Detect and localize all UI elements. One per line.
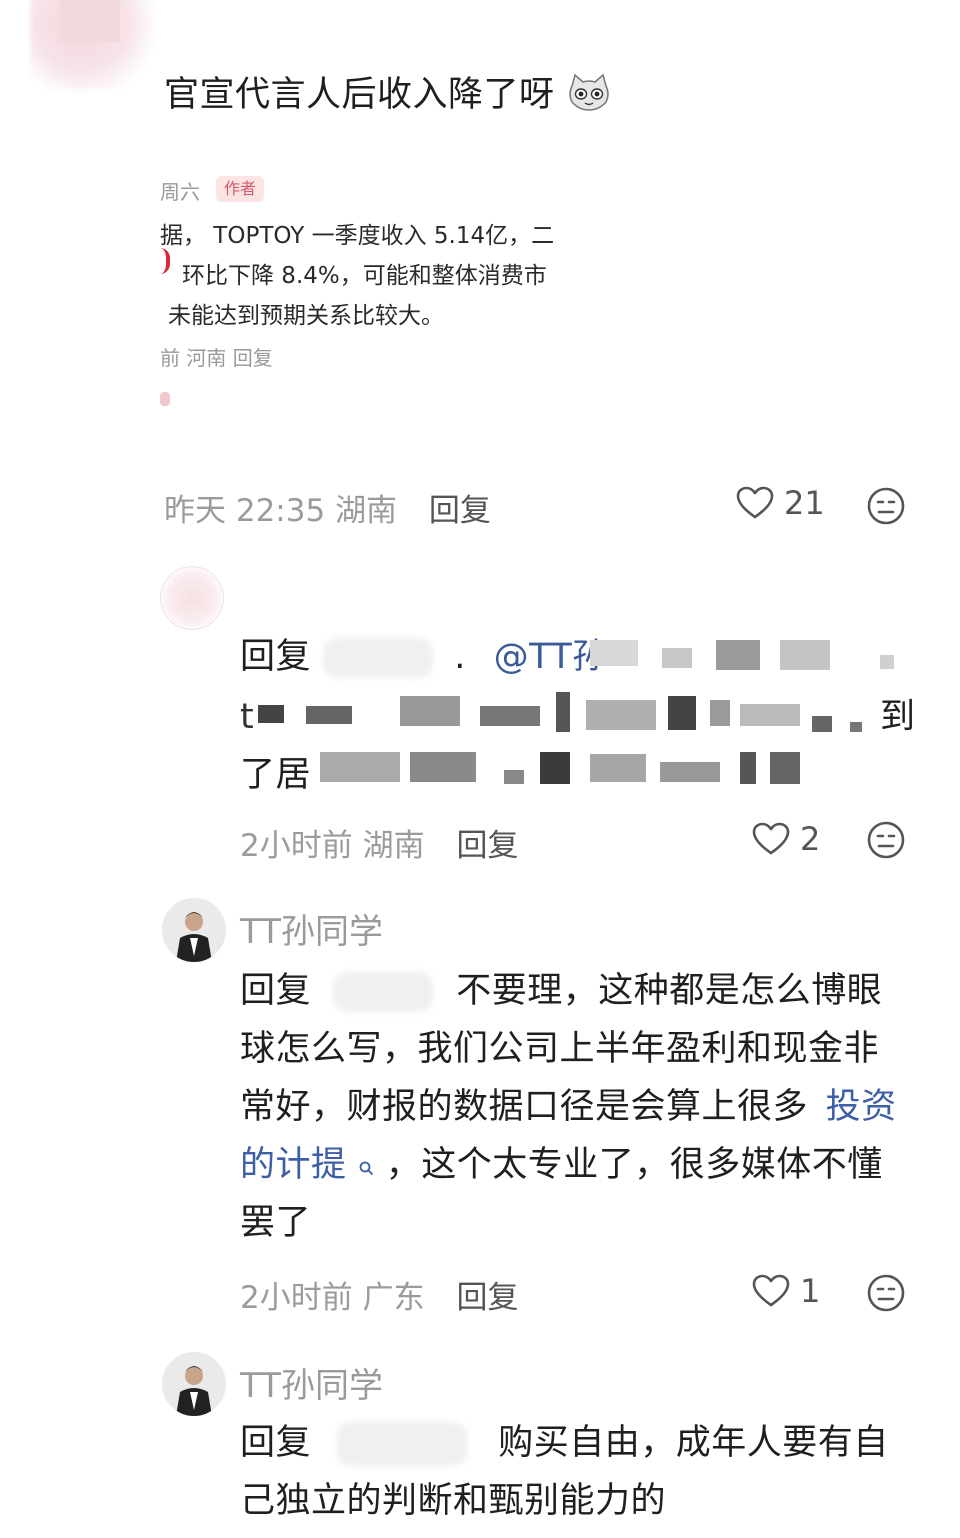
mosaic-block <box>740 752 756 784</box>
blurred-username <box>332 972 433 1012</box>
comment-3-body: 回复 不要理，这种都是怎么博眼 球怎么写，我们公司上半年盈利和现金非 常好，财报… <box>240 962 930 1252</box>
blurred-username <box>322 638 433 678</box>
search-keyword-link[interactable]: 投资 <box>826 1087 897 1127</box>
location: 广东 <box>362 1280 425 1316</box>
mosaic-block <box>480 706 540 726</box>
mosaic-block <box>780 640 830 670</box>
person-avatar-icon <box>162 1352 226 1416</box>
comment-1-body: 官宣代言人后收入降了呀 <box>164 75 555 115</box>
embed-pink-mark <box>160 392 170 406</box>
comment-2-meta: 2小时前 湖南 回复 <box>240 820 518 865</box>
mosaic-block <box>660 762 720 782</box>
search-keyword-link[interactable]: 的计提 <box>240 1145 347 1185</box>
avatar[interactable] <box>162 1352 226 1416</box>
mosaic-block <box>710 700 730 726</box>
mosaic-block <box>320 752 400 782</box>
dislike-face-icon[interactable] <box>866 820 906 860</box>
reply-prefix: 回复 <box>240 1423 312 1463</box>
comment-line: ，这个太专业了，很多媒体不懂 <box>385 1145 883 1185</box>
mosaic-block <box>662 648 692 668</box>
mosaic-block <box>590 640 638 666</box>
mosaic-block <box>504 770 524 784</box>
embed-line-2: 环比下降 8.4%，可能和整体消费市 <box>182 263 547 289</box>
reply-button[interactable]: 回复 <box>456 1280 518 1316</box>
mosaic-block <box>770 752 800 784</box>
like-count: 1 <box>800 1272 821 1310</box>
username[interactable]: TT孙同学 <box>240 1358 383 1407</box>
like-button[interactable]: 2 <box>752 820 820 858</box>
heart-icon <box>752 822 790 855</box>
comment-4-body: 回复 购买自由，成年人要有自 己独立的判断和甄别能力的 <box>240 1414 930 1530</box>
mosaic-block <box>258 705 284 723</box>
comment-line: 球怎么写，我们公司上半年盈利和现金非 <box>240 1029 880 1069</box>
embed-date: 周六 <box>160 180 200 204</box>
location: 湖南 <box>362 828 425 864</box>
like-count: 21 <box>784 484 825 522</box>
avatar[interactable] <box>160 566 224 630</box>
reply-button[interactable]: 回复 <box>429 493 491 529</box>
dislike-face-icon[interactable] <box>866 1273 906 1313</box>
comment-line: 罢了 <box>240 1203 312 1243</box>
text-fragment: 了居 <box>240 755 312 795</box>
mosaic-block <box>740 704 800 726</box>
blurred-username <box>336 1422 467 1466</box>
comment-1-text: 官宣代言人后收入降了呀 <box>164 66 612 124</box>
embed-line-1: 据， TOPTOY 一季度收入 5.14亿，二 <box>160 223 555 249</box>
heart-icon <box>736 486 774 519</box>
comment-2-line-2-end: 到 <box>880 688 916 746</box>
mosaic-block <box>812 716 832 732</box>
mosaic-block <box>586 700 656 730</box>
text-fragment: 到 <box>880 697 916 737</box>
avatar[interactable] <box>162 898 226 962</box>
comment-2-line-1: 回复 . @TT孙 <box>240 637 608 678</box>
red-annotation-mark <box>160 248 170 274</box>
cat-face-emoji-icon <box>566 72 612 112</box>
mosaic-block <box>540 752 570 784</box>
reply-prefix: 回复 <box>240 637 312 677</box>
mosaic-block <box>590 754 646 782</box>
author-badge: 作者 <box>216 176 265 202</box>
heart-icon <box>752 1274 790 1307</box>
mosaic-block <box>306 706 352 724</box>
comment-2-line-3: 了居 <box>240 746 311 804</box>
comment-1-meta: 昨天 22:35 湖南 回复 <box>164 485 491 530</box>
search-icon[interactable] <box>358 1138 374 1175</box>
quoted-reply-screenshot: 周六 作者 据， TOPTOY 一季度收入 5.14亿，二 环比下降 8.4%，… <box>160 170 600 420</box>
person-avatar-icon <box>162 898 226 962</box>
comment-3-meta: 2小时前 广东 回复 <box>240 1272 518 1317</box>
timestamp: 昨天 22:35 <box>164 493 326 529</box>
reply-button[interactable]: 回复 <box>456 828 518 864</box>
embed-meta-row: 前 河南 回复 <box>160 346 273 370</box>
location: 湖南 <box>335 493 398 529</box>
mosaic-block <box>556 692 570 732</box>
mosaic-block <box>850 722 862 732</box>
timestamp: 2小时前 <box>240 828 353 864</box>
reply-prefix: 回复 <box>240 971 312 1011</box>
avatar-blurred-mosaic <box>60 0 120 42</box>
mosaic-block <box>410 752 476 782</box>
embed-line-3: 未能达到预期关系比较大。 <box>168 303 444 329</box>
like-button[interactable]: 1 <box>752 1272 820 1310</box>
like-button[interactable]: 21 <box>736 484 825 522</box>
mosaic-block <box>400 696 460 726</box>
mosaic-block <box>668 696 696 730</box>
timestamp: 2小时前 <box>240 1280 353 1316</box>
comment-line: 己独立的判断和甄别能力的 <box>240 1481 667 1521</box>
mosaic-block <box>880 655 894 669</box>
comment-2-line-2: t <box>240 697 255 737</box>
comment-line: 不要理，这种都是怎么博眼 <box>456 971 883 1011</box>
comment-line: 常好，财报的数据口径是会算上很多 <box>240 1087 809 1127</box>
dislike-face-icon[interactable] <box>866 486 906 526</box>
like-count: 2 <box>800 820 821 858</box>
comment-line: 购买自由，成年人要有自 <box>498 1423 889 1463</box>
username[interactable]: TT孙同学 <box>240 904 383 953</box>
mosaic-block <box>716 640 760 670</box>
